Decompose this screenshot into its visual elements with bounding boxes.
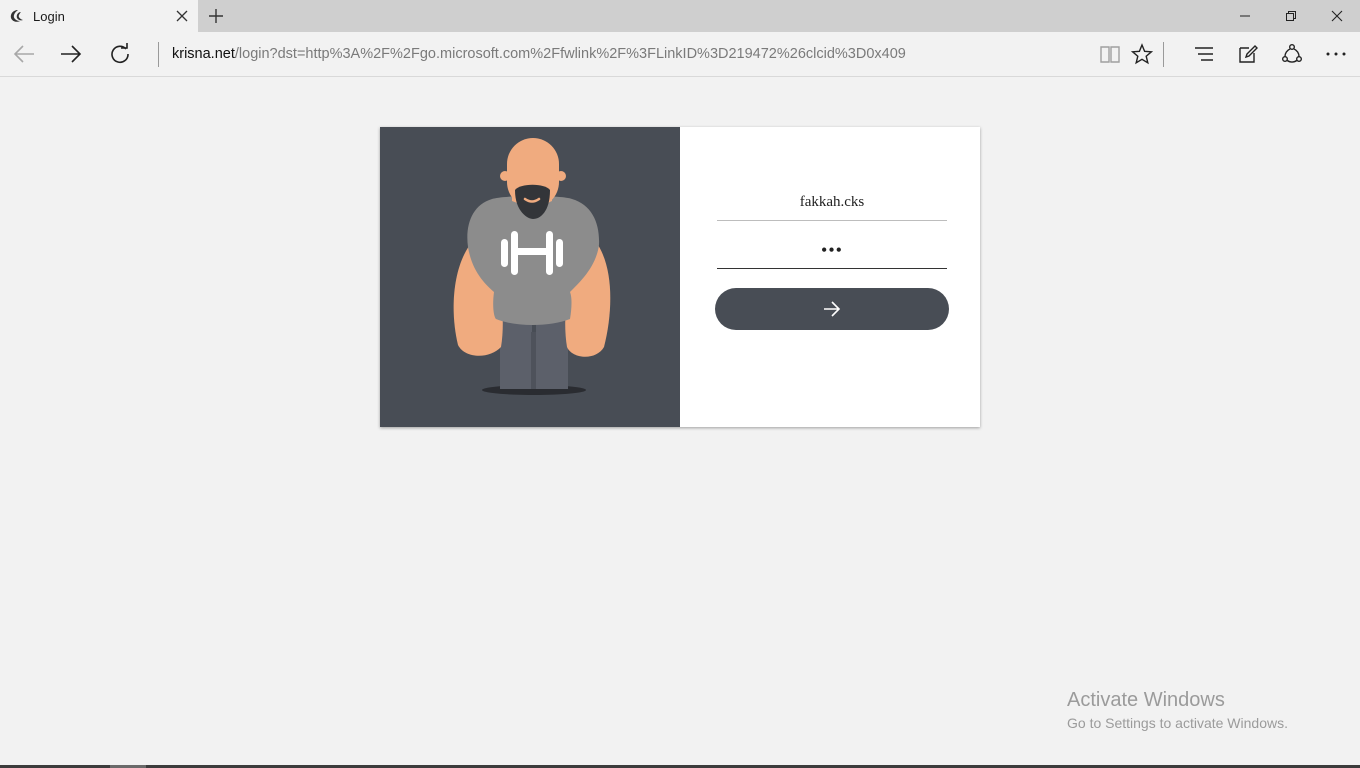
watermark-title: Activate Windows — [1067, 689, 1225, 711]
address-path: /login?dst=http%3A%2F%2Fgo.microsoft.com… — [234, 46, 906, 62]
navigation-bar: krisna.net/login?dst=http%3A%2F%2Fgo.mic… — [0, 32, 1360, 77]
password-input[interactable] — [717, 233, 947, 269]
address-host: krisna.net — [172, 46, 235, 62]
hub-icon — [1195, 47, 1213, 61]
tab-title: Login — [33, 9, 65, 24]
book-icon — [1100, 46, 1120, 63]
moon-favicon-icon — [10, 10, 23, 22]
share-icon — [1282, 44, 1302, 63]
strongman-illustration — [453, 138, 611, 395]
login-form — [680, 127, 980, 427]
back-arrow-icon — [13, 45, 34, 63]
web-note-button[interactable] — [1234, 40, 1262, 68]
close-window-button[interactable] — [1314, 0, 1360, 32]
login-card — [380, 127, 980, 427]
favorite-button[interactable] — [1128, 40, 1156, 68]
reading-view-button[interactable] — [1096, 40, 1124, 68]
refresh-icon — [111, 43, 129, 64]
minimize-button[interactable] — [1222, 0, 1268, 32]
forward-button[interactable] — [57, 40, 85, 68]
star-icon — [1131, 43, 1153, 65]
more-button[interactable] — [1322, 40, 1350, 68]
refresh-button[interactable] — [106, 40, 134, 68]
arrow-right-icon — [824, 301, 841, 317]
toolbar-separator — [1163, 42, 1164, 67]
restore-icon — [1286, 11, 1296, 21]
restore-button[interactable] — [1268, 0, 1314, 32]
share-button[interactable] — [1278, 40, 1306, 68]
tab-strip: Login — [0, 0, 1360, 32]
address-bar[interactable]: krisna.net/login?dst=http%3A%2F%2Fgo.mic… — [172, 46, 906, 62]
close-icon — [1331, 10, 1343, 22]
hub-button[interactable] — [1190, 40, 1218, 68]
back-button[interactable] — [10, 40, 38, 68]
address-separator — [158, 42, 159, 67]
username-input[interactable] — [717, 185, 947, 221]
forward-arrow-icon — [61, 45, 82, 63]
minimize-icon — [1240, 15, 1250, 17]
watermark-subtitle: Go to Settings to activate Windows. — [1067, 715, 1288, 731]
avatar-panel — [380, 127, 680, 427]
login-submit-button[interactable] — [715, 288, 949, 330]
pen-icon — [1239, 45, 1258, 63]
tab-login[interactable]: Login — [0, 0, 198, 32]
close-tab-icon[interactable] — [174, 8, 190, 24]
ellipsis-icon — [1326, 52, 1346, 56]
activate-windows-watermark: Activate Windows Go to Settings to activ… — [1067, 689, 1288, 731]
new-tab-icon[interactable] — [206, 6, 226, 26]
